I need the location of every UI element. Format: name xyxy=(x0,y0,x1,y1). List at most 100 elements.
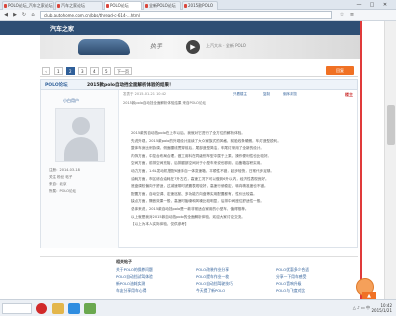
clock-date: 2015/1/21 xyxy=(371,308,392,313)
related-threads: 相关帖子 关于POLO的保养问题 POLO自动挡试驾体验 新POLO油耗实测 车… xyxy=(40,256,358,294)
browser-icon[interactable] xyxy=(68,303,80,314)
back-arrow-icon[interactable]: ◀ xyxy=(2,11,10,19)
post-paragraph: 整体车身比例协调，侧面腰线贯穿前后，尾部造型简洁，车尾灯采用了全新的设计。 xyxy=(131,146,264,151)
browser-tab[interactable]: POLO论坛_汽车之家论坛 xyxy=(2,1,54,10)
page-button[interactable]: 1 xyxy=(54,67,63,75)
post-paragraph: 总体来说，2015款自动挡polo是一款非常适合家用的小型车，值得推荐。 xyxy=(131,206,249,211)
car-image xyxy=(78,39,130,55)
pagination-row: ‹ 1 2 3 4 5 下一页 回复 xyxy=(40,65,358,77)
reply-button[interactable]: 回复 xyxy=(326,66,354,75)
close-window-button[interactable]: ✕ xyxy=(380,1,390,9)
folder-icon[interactable] xyxy=(52,303,64,314)
forward-arrow-icon[interactable]: ▶ xyxy=(11,11,19,19)
related-link[interactable]: POLO优惠多少合适 xyxy=(276,267,309,273)
author-info-line: 关注 粉丝 帖子 xyxy=(49,175,73,179)
browser-tab-bar: POLO论坛_汽车之家论坛 汽车之家论坛 POLO论坛 全新POLO论坛 201… xyxy=(0,0,396,10)
url-input[interactable]: club.autohome.com.cn/bbs/thread-c-614-..… xyxy=(40,11,332,19)
post-paragraph: 【以上为本人实际体验，仅供参考】 xyxy=(131,222,189,227)
page-button[interactable]: 4 xyxy=(90,67,99,75)
post-paragraph: 2015款的自动挡polo在上市以后，我就对它进行了全方位的解析体验。 xyxy=(131,131,245,135)
post-card: 小白用户 注册：2014-03-18 关注 粉丝 帖子 来自：北京 所属：POL… xyxy=(40,90,358,248)
related-link[interactable]: 新POLO油耗实测 xyxy=(116,281,145,287)
browser-tab[interactable]: 全新POLO论坛 xyxy=(143,1,181,10)
related-link[interactable]: POLO音响升级 xyxy=(276,281,301,287)
refresh-icon[interactable]: ↻ xyxy=(20,11,28,19)
author-name[interactable]: 小白用户 xyxy=(63,98,79,104)
post-paragraph: 内饰方面，中控台布局合理，做工用料在同级别车型中属于上乘，操作便利性也比较好。 xyxy=(131,153,272,158)
post-paragraph: 动力方面，1.6L发动机搭配6速手自一体变速箱，平顺性不错，起步轻快，日常代步足… xyxy=(131,168,274,173)
related-heading: 相关帖子 xyxy=(116,259,132,264)
avatar-head xyxy=(72,117,90,135)
ad-banner[interactable]: 执手 ▶ 上汽大众 · 全新 POLO xyxy=(40,35,362,59)
star-icon[interactable]: ☆ xyxy=(338,11,346,19)
banner-text: 上汽大众 · 全新 POLO xyxy=(206,43,246,48)
prev-page-icon[interactable]: ‹ xyxy=(42,67,50,75)
related-link[interactable]: POLO改装作业分享 xyxy=(196,267,229,273)
related-link[interactable]: POLO自动挡试驾体验 xyxy=(116,274,153,280)
page-button[interactable]: 3 xyxy=(78,67,87,75)
page-button-current[interactable]: 2 xyxy=(66,67,75,75)
tab-label: 2015款POLO xyxy=(188,3,213,8)
author-info-line: 来自：北京 xyxy=(49,182,67,186)
related-link[interactable]: POLO自动挡驾驶技巧 xyxy=(196,281,233,287)
minimize-button[interactable]: — xyxy=(354,1,364,9)
only-author-link[interactable]: 只看楼主 xyxy=(233,92,247,97)
avatar[interactable] xyxy=(55,108,105,162)
related-link[interactable]: 今天提了新POLO xyxy=(196,288,225,294)
post-paragraph: 油耗方面，市区综合油耗在7升左右，高速工况下可以做到6升以内，经济性表现良好。 xyxy=(131,176,269,181)
post-content: 发表于 2015-01-21 10:42 只看楼主 复制 倒序浏览 楼主 201… xyxy=(121,90,357,248)
thread-title-bar: POLO论坛 2015款polo自动挡全面解析体验的结果！ xyxy=(40,79,358,90)
site-header: 汽车之家 xyxy=(0,21,362,35)
scrollbar-thumb[interactable] xyxy=(387,105,395,145)
forum-name[interactable]: POLO论坛 xyxy=(45,82,68,88)
window-controls: — □ ✕ xyxy=(354,1,394,9)
copy-link[interactable]: 复制 xyxy=(263,92,270,97)
page-border xyxy=(360,21,362,299)
page-button[interactable]: 5 xyxy=(102,67,111,75)
scrollbar[interactable] xyxy=(384,21,396,299)
site-logo[interactable]: 汽车之家 xyxy=(50,24,74,33)
home-icon[interactable]: ⌂ xyxy=(29,11,37,19)
tab-label: 汽车之家论坛 xyxy=(61,3,85,8)
opera-icon[interactable] xyxy=(36,303,47,314)
thread-title: 2015款polo自动挡全面解析体验的结果！ xyxy=(87,83,174,88)
system-tray-icons[interactable]: △ ♪ ▭ 中 xyxy=(353,305,370,311)
banner-logo: 执手 xyxy=(150,43,163,50)
taskbar-search-input[interactable] xyxy=(2,303,32,314)
post-paragraph: 以上就是我对2015款自动挡polo的全面解析体验，欢迎大家讨论交流。 xyxy=(131,214,245,219)
address-bar: ◀ ▶ ↻ ⌂ club.autohome.com.cn/bbs/thread-… xyxy=(0,10,396,21)
related-link[interactable]: 关于POLO的保养问题 xyxy=(116,267,153,273)
author-column: 小白用户 注册：2014-03-18 关注 粉丝 帖子 来自：北京 所属：POL… xyxy=(41,90,119,248)
play-icon[interactable]: ▶ xyxy=(186,40,200,54)
tab-label: POLO论坛 xyxy=(110,3,129,8)
tab-label: POLO论坛_汽车之家论坛 xyxy=(8,3,53,8)
related-link[interactable]: POLO与飞度对比 xyxy=(276,288,305,294)
related-link[interactable]: 车友分享用车心得 xyxy=(116,288,146,294)
taskbar-clock[interactable]: 10:42 2015/1/21 xyxy=(371,303,392,313)
related-link[interactable]: 分享一下用车感受 xyxy=(276,274,306,280)
post-summary: 2015款polo自动挡全面解析体验结果 来自POLO论坛 xyxy=(123,101,206,105)
app-icon[interactable] xyxy=(84,303,96,314)
tab-label: 全新POLO论坛 xyxy=(149,3,176,8)
maximize-button[interactable]: □ xyxy=(367,1,377,9)
browser-tab[interactable]: 汽车之家论坛 xyxy=(55,1,103,10)
related-link[interactable]: POLO提车作业一枚 xyxy=(196,274,229,280)
next-page-button[interactable]: 下一页 xyxy=(114,67,132,75)
post-body: 2015款的自动挡polo在上市以后，我就对它进行了全方位的解析体验。 先说外观… xyxy=(131,130,351,229)
post-paragraph: 空间方面，前排空间充裕，后排腿部空间对于小型车来说也够用，后备箱容积实用。 xyxy=(131,161,264,166)
tab-favicon-icon xyxy=(4,4,7,8)
menu-icon[interactable]: ≡ xyxy=(348,11,356,19)
tab-favicon-icon xyxy=(57,4,60,8)
author-info-line: 所属：POLO论坛 xyxy=(49,189,76,193)
browser-tab-active[interactable]: POLO论坛 xyxy=(104,1,142,10)
tab-favicon-icon xyxy=(145,4,148,8)
floor-label: 楼主 xyxy=(345,92,353,97)
post-meta: 发表于 2015-01-21 10:42 xyxy=(123,92,167,96)
avatar-body xyxy=(64,137,98,161)
taskbar: △ ♪ ▭ 中 10:42 2015/1/21 xyxy=(0,299,396,316)
tab-favicon-icon xyxy=(184,4,187,8)
reverse-order-link[interactable]: 倒序浏览 xyxy=(283,92,297,97)
tab-favicon-icon xyxy=(106,4,109,8)
post-paragraph: 配置方面，自动空调、定速巡航、多功能方向盘等实用配置都有，性价比较高。 xyxy=(131,191,257,196)
browser-tab[interactable]: 2015款POLO xyxy=(182,1,218,10)
